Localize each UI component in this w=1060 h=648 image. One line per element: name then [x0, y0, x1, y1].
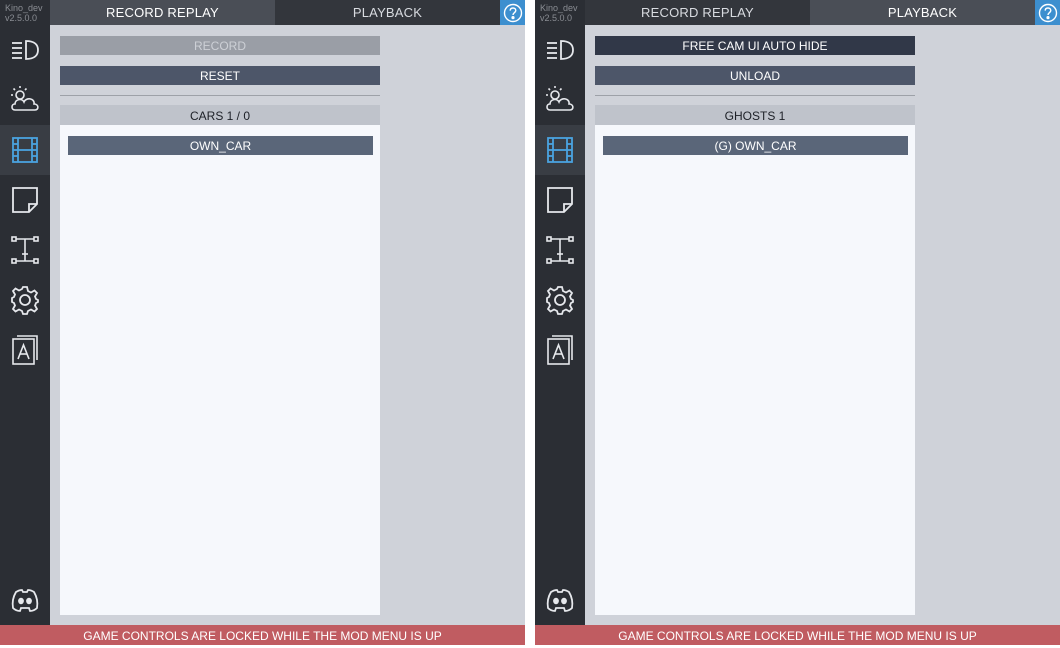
- tab-record-replay[interactable]: RECORD REPLAY: [50, 0, 275, 25]
- tab-bar: RECORD REPLAY PLAYBACK: [50, 0, 525, 25]
- sidebar-item-suspension[interactable]: [0, 225, 50, 275]
- font-icon: [547, 335, 573, 365]
- sidebar-item-discord[interactable]: [0, 575, 50, 625]
- suspension-icon: [11, 236, 39, 264]
- status-banner: GAME CONTROLS ARE LOCKED WHILE THE MOD M…: [535, 625, 1060, 645]
- sidebar: Kino_dev v2.5.0.0: [535, 0, 585, 625]
- sidebar-item-notes[interactable]: [0, 175, 50, 225]
- free-cam-ui-auto-hide-button[interactable]: FREE CAM UI AUTO HIDE: [595, 36, 915, 55]
- ghosts-list-header: GHOSTS 1: [595, 105, 915, 125]
- record-button[interactable]: RECORD: [60, 36, 380, 55]
- headlight-icon: [12, 40, 39, 60]
- gear-icon: [546, 286, 574, 315]
- reset-button[interactable]: RESET: [60, 66, 380, 85]
- sidebar-item-font[interactable]: [535, 325, 585, 375]
- brand-name: Kino_dev: [540, 3, 578, 13]
- ghosts-list: (G) OWN_CAR: [595, 125, 915, 615]
- note-icon: [547, 187, 573, 213]
- weather-icon: [11, 86, 39, 111]
- divider: [595, 95, 915, 96]
- divider: [60, 95, 380, 96]
- sidebar-item-discord[interactable]: [535, 575, 585, 625]
- sidebar-item-lights[interactable]: [0, 25, 50, 75]
- brand-name: Kino_dev: [5, 3, 43, 13]
- font-icon: [12, 335, 38, 365]
- sidebar-item-suspension[interactable]: [535, 225, 585, 275]
- sidebar-item-settings[interactable]: [535, 275, 585, 325]
- cars-list-header: CARS 1 / 0: [60, 105, 380, 125]
- help-button[interactable]: [1035, 0, 1060, 25]
- list-item-ghost[interactable]: (G) OWN_CAR: [603, 136, 908, 155]
- brand-version: v2.5.0.0: [540, 13, 573, 23]
- list-item-car[interactable]: OWN_CAR: [68, 136, 373, 155]
- cars-list: OWN_CAR: [60, 125, 380, 615]
- tab-record-replay[interactable]: RECORD REPLAY: [585, 0, 810, 25]
- sidebar-item-weather[interactable]: [535, 75, 585, 125]
- sidebar-item-notes[interactable]: [535, 175, 585, 225]
- tab-playback[interactable]: PLAYBACK: [810, 0, 1035, 25]
- headlight-icon: [547, 40, 574, 60]
- tab-bar: RECORD REPLAY PLAYBACK: [585, 0, 1060, 25]
- sidebar-item-replay[interactable]: [0, 125, 50, 175]
- sidebar-item-settings[interactable]: [0, 275, 50, 325]
- sidebar-item-replay[interactable]: [535, 125, 585, 175]
- sidebar-item-font[interactable]: [0, 325, 50, 375]
- brand-version: v2.5.0.0: [5, 13, 38, 23]
- help-button[interactable]: [500, 0, 525, 25]
- discord-icon: [11, 589, 39, 612]
- tab-playback[interactable]: PLAYBACK: [275, 0, 500, 25]
- brand: Kino_dev v2.5.0.0: [5, 3, 43, 23]
- mod-menu-panel-right: Kino_dev v2.5.0.0 RECORD REPLAY PLAYBACK…: [535, 0, 1060, 645]
- brand: Kino_dev v2.5.0.0: [540, 3, 578, 23]
- film-icon: [12, 137, 38, 163]
- help-icon: [1038, 3, 1057, 22]
- gear-icon: [11, 286, 39, 315]
- film-icon: [547, 137, 573, 163]
- sidebar-item-weather[interactable]: [0, 75, 50, 125]
- help-icon: [503, 3, 522, 22]
- suspension-icon: [546, 236, 574, 264]
- discord-icon: [546, 589, 574, 612]
- mod-menu-panel-left: Kino_dev v2.5.0.0 RECORD REPLAY PLAYBACK…: [0, 0, 525, 645]
- sidebar-item-lights[interactable]: [535, 25, 585, 75]
- unload-button[interactable]: UNLOAD: [595, 66, 915, 85]
- weather-icon: [546, 86, 574, 111]
- note-icon: [12, 187, 38, 213]
- status-banner: GAME CONTROLS ARE LOCKED WHILE THE MOD M…: [0, 625, 525, 645]
- sidebar: Kino_dev v2.5.0.0: [0, 0, 50, 625]
